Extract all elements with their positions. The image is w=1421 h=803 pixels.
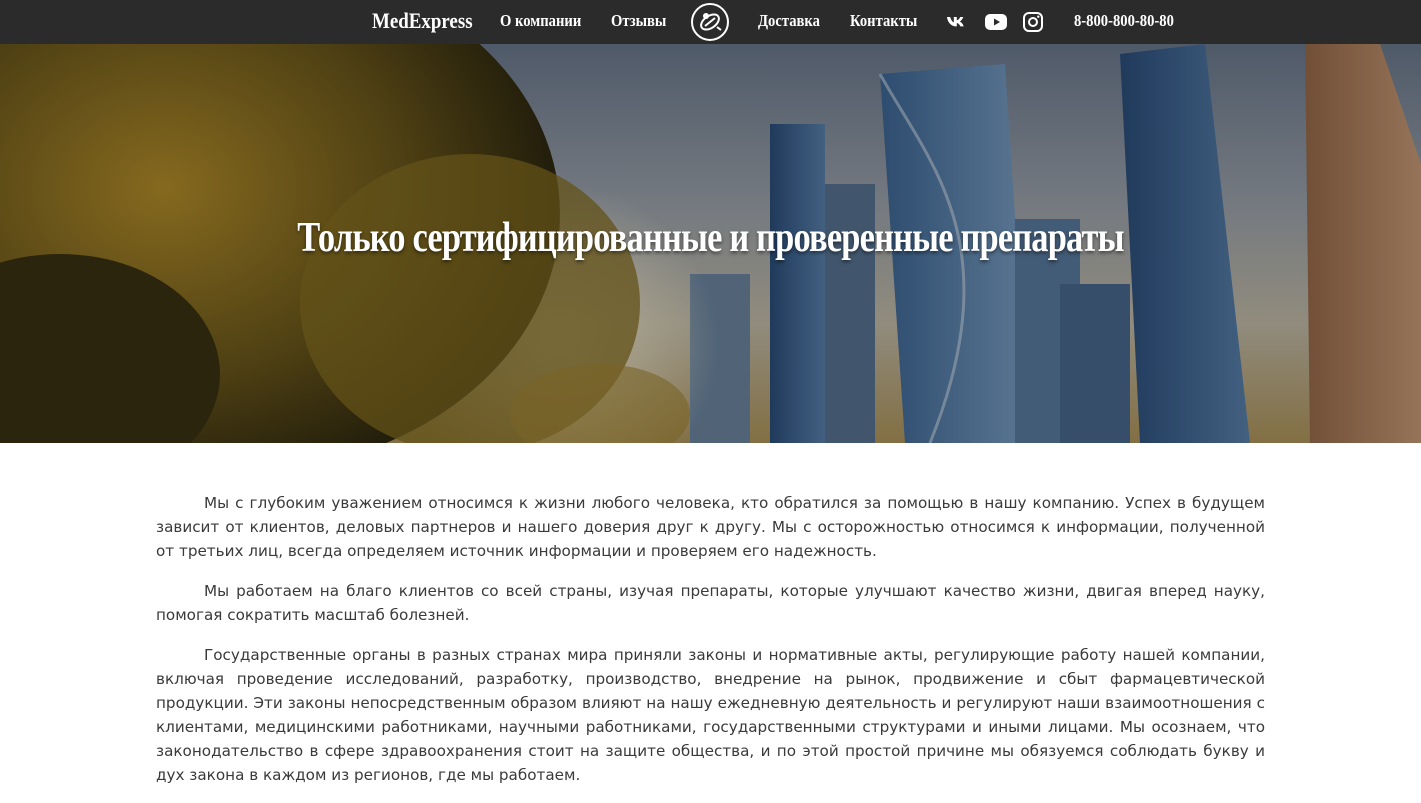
- hero-title: Только сертифицированные и проверенные п…: [297, 215, 1124, 261]
- phone-link[interactable]: 8-800-800-80-80: [1074, 0, 1174, 44]
- content-paragraph: Мы с глубоким уважением относимся к жизн…: [156, 494, 1265, 560]
- hero-banner: Только сертифицированные и проверенные п…: [0, 44, 1421, 443]
- content-paragraph: Государственные органы в разных странах …: [156, 646, 1265, 784]
- nav-link-delivery[interactable]: Доставка: [758, 0, 820, 44]
- pills-icon[interactable]: [691, 3, 729, 41]
- nav-link-about[interactable]: О компании: [500, 0, 581, 44]
- youtube-icon[interactable]: [984, 10, 1008, 34]
- nav-link-contacts[interactable]: Контакты: [850, 0, 917, 44]
- nav-link-reviews[interactable]: Отзывы: [611, 0, 666, 44]
- about-content: Мы с глубоким уважением относимся к жизн…: [156, 491, 1265, 803]
- instagram-icon[interactable]: [1021, 10, 1045, 34]
- vk-icon[interactable]: [945, 10, 969, 34]
- content-paragraph: Мы работаем на благо клиентов со всей ст…: [156, 582, 1265, 624]
- brand-logo-link[interactable]: MedExpress: [372, 0, 473, 44]
- top-navigation: MedExpress О компании Отзывы Доставка Ко…: [0, 0, 1421, 44]
